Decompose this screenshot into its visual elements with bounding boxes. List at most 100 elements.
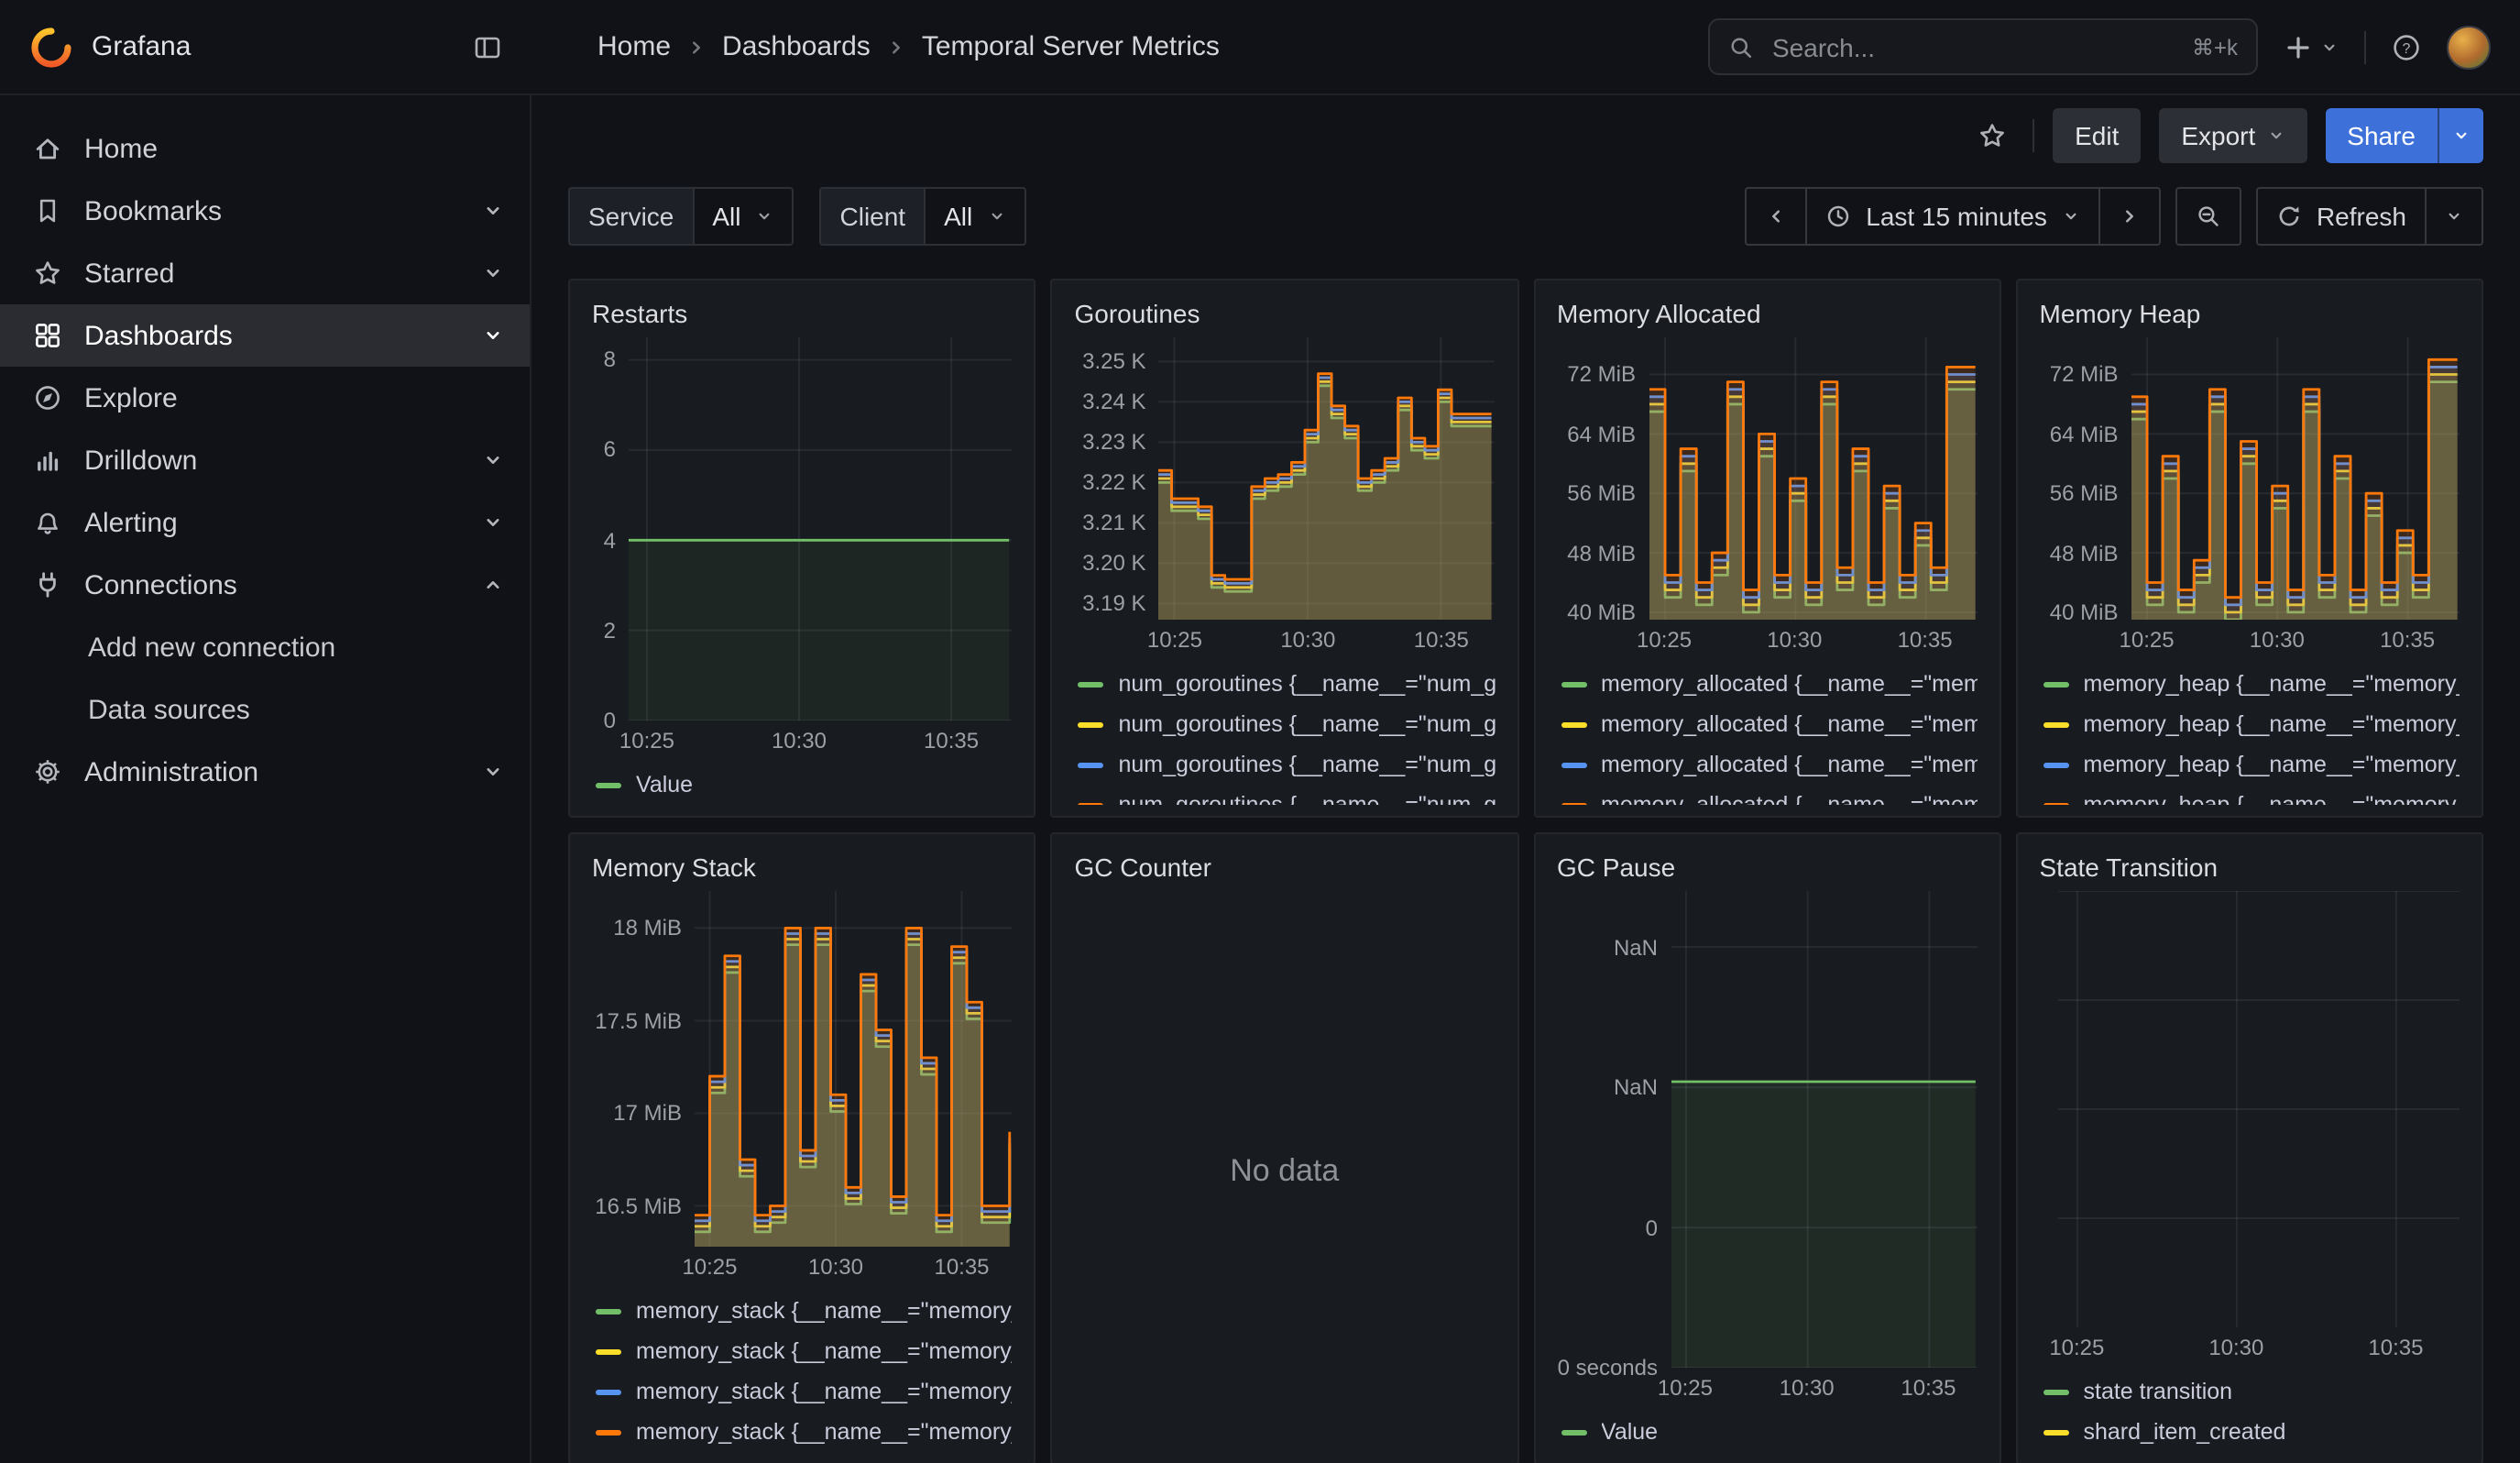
panel-state-transition: State Transition10:2510:3010:35state tra… [2016,832,2484,1463]
search-shortcut: ⌘+k [2192,34,2238,60]
legend: Value [592,764,1013,805]
time-forward-button[interactable] [2098,187,2161,246]
sidebar-item-dashboards[interactable]: Dashboards [0,304,530,367]
share-split-button: Share [2325,108,2483,163]
panel-title[interactable]: Memory Stack [592,843,1013,891]
chart-plot[interactable] [1671,891,1978,1368]
y-tick-label: NaN [1614,1074,1658,1100]
x-tick-label: 10:25 [1637,627,1692,653]
legend-series-label: memory_stack {__name__="memory_s [636,1379,1013,1404]
sidebar-item-drilldown[interactable]: Drilldown [0,429,530,491]
breadcrumb-dashboards[interactable]: Dashboards [722,31,871,62]
chart-plot[interactable] [2131,337,2460,620]
service-filter-value[interactable]: All [692,187,794,246]
legend-series-marker [1561,1429,1586,1435]
home-icon [33,134,62,163]
legend-series-marker [2043,762,2069,767]
legend-item[interactable]: shard_item_created [2043,1412,2460,1452]
legend-item[interactable]: memory_stack {__name__="memory_s [596,1371,1013,1412]
shell: HomeBookmarksStarredDashboardsExplore Dri… [0,95,2520,1463]
chart-plot[interactable] [695,891,1013,1247]
sidebar-item-administration[interactable]: Administration [0,741,530,803]
legend-item[interactable]: num_goroutines {__name__="num_go [1079,664,1496,704]
panel-body: 0 seconds0NaNNaN10:2510:3010:35Value [1557,891,1978,1452]
panel-title[interactable]: GC Counter [1075,843,1496,891]
no-data-text: No data [1075,891,1496,1452]
legend-series-marker [596,1429,621,1435]
sidebar-item-data-sources[interactable]: Data sources [0,678,530,741]
chart-plot[interactable] [1649,337,1978,620]
sidebar-item-add-new-connection[interactable]: Add new connection [0,616,530,678]
legend-item[interactable]: memory_allocated {__name__="memo [1561,744,1978,785]
refresh-interval-button[interactable] [2425,187,2483,246]
panel-title[interactable]: Goroutines [1075,290,1496,337]
legend-item[interactable]: num_goroutines {__name__="num_go [1079,744,1496,785]
y-tick-label: 2 [604,618,616,644]
panel-title[interactable]: State Transition [2040,843,2460,891]
panel-title[interactable]: GC Pause [1557,843,1978,891]
time-back-button[interactable] [1745,187,1805,246]
share-button[interactable]: Share [2325,108,2438,163]
legend-item[interactable]: memory_allocated {__name__="memo [1561,785,1978,805]
sidebar-item-label: Drilldown [84,445,460,476]
chart-plot[interactable] [2058,891,2460,1327]
legend-item[interactable]: memory_heap {__name__="memory_h [2043,744,2460,785]
y-tick-label: 3.22 K [1082,469,1145,495]
legend-series-label: num_goroutines {__name__="num_go [1119,711,1496,737]
export-button[interactable]: Export [2159,108,2306,163]
favorite-button[interactable] [1970,114,2014,158]
plus-icon [2284,32,2313,61]
legend-item[interactable]: num_goroutines {__name__="num_go [1079,785,1496,805]
panels-grid: Restarts0246810:2510:3010:35ValueGorouti… [531,257,2520,1463]
legend-item[interactable]: memory_allocated {__name__="memo [1561,664,1978,704]
legend-item[interactable]: memory_stack {__name__="memory_s [596,1291,1013,1331]
y-tick-label: 17 MiB [613,1101,682,1127]
nav-right: ⌘+k ? [1708,18,2520,75]
sidebar-item-explore[interactable]: Explore [0,367,530,429]
panel-title[interactable]: Memory Heap [2040,290,2460,337]
refresh-button[interactable]: Refresh [2256,187,2425,246]
legend-item[interactable]: memory_allocated {__name__="memo [1561,704,1978,744]
sidebar-item-starred[interactable]: Starred [0,242,530,304]
search-box[interactable]: ⌘+k [1708,18,2258,75]
sidebar-item-home[interactable]: Home [0,117,530,180]
chart-area: 16.5 MiB17 MiB17.5 MiB18 MiB10:2510:3010… [592,891,1013,1283]
x-tick-label: 10:35 [2380,627,2435,653]
sidebar-item-connections[interactable]: Connections [0,554,530,616]
legend-item[interactable]: memory_stack {__name__="memory_s [596,1412,1013,1452]
legend-item[interactable]: num_goroutines {__name__="num_go [1079,704,1496,744]
panel-title[interactable]: Restarts [592,290,1013,337]
chevron-left-icon [1765,205,1787,227]
panel-title[interactable]: Memory Allocated [1557,290,1978,337]
legend-item[interactable]: state transition [2043,1371,2460,1412]
client-filter-value[interactable]: All [924,187,1025,246]
legend-item[interactable]: memory_stack {__name__="memory_s [596,1331,1013,1371]
client-filter-selected: All [944,202,972,231]
search-input[interactable] [1769,30,2177,63]
edit-button[interactable]: Edit [2053,108,2141,163]
legend-item[interactable]: Value [1561,1412,1978,1452]
chevron-down-icon [987,207,1005,226]
legend-item[interactable]: memory_heap {__name__="memory_h [2043,785,2460,805]
legend-item[interactable]: memory_heap {__name__="memory_h [2043,704,2460,744]
time-range-button[interactable]: Last 15 minutes [1805,187,2098,246]
breadcrumb-home[interactable]: Home [597,31,671,62]
sidebar-item-bookmarks[interactable]: Bookmarks [0,180,530,242]
legend-item[interactable]: memory_heap {__name__="memory_h [2043,664,2460,704]
user-avatar[interactable] [2447,25,2491,69]
legend-series-marker [2043,1429,2069,1435]
grafana-logo-icon[interactable] [29,25,73,69]
top-nav: Grafana Home Dashboards Temporal Server … [0,0,2520,95]
share-menu-button[interactable] [2438,108,2483,163]
sidebar-toggle-button[interactable] [466,25,509,69]
add-button[interactable] [2276,25,2346,69]
chart-plot[interactable] [1159,337,1496,620]
legend-series-label: memory_stack {__name__="memory_s [636,1419,1013,1445]
legend-item[interactable]: Value [596,764,1013,805]
chart-plot[interactable] [629,337,1013,720]
panel-memory-heap: Memory Heap40 MiB48 MiB56 MiB64 MiB72 Mi… [2016,279,2484,818]
sidebar-item-alerting[interactable]: Alerting [0,491,530,554]
help-button[interactable]: ? [2384,25,2428,69]
panel-memory-allocated: Memory Allocated40 MiB48 MiB56 MiB64 MiB… [1533,279,2001,818]
zoom-out-button[interactable] [2175,187,2241,246]
